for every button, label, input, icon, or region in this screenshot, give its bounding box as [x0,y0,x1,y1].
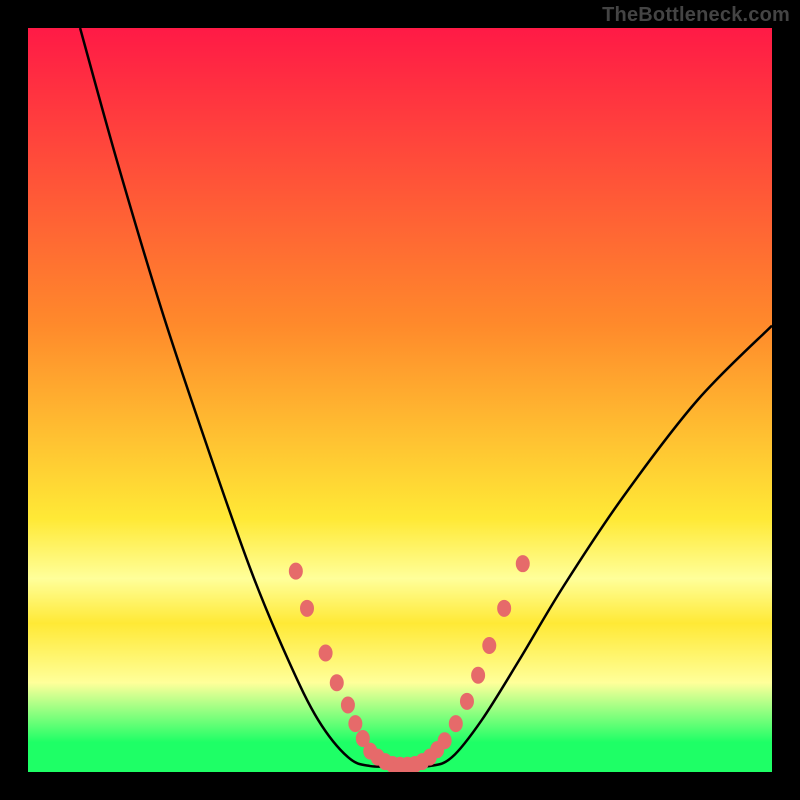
curve-marker [438,732,452,749]
curve-marker [348,715,362,732]
curve-marker [482,637,496,654]
curve-marker [330,674,344,691]
curve-marker [516,555,530,572]
curve-marker [460,693,474,710]
curve-marker [497,600,511,617]
curve-marker [471,667,485,684]
curve-marker [319,644,333,661]
curve-marker [289,563,303,580]
curve-marker [449,715,463,732]
plot-area [28,28,772,772]
watermark-text: TheBottleneck.com [602,4,790,27]
curve-marker [300,600,314,617]
bottleneck-plot [28,28,772,772]
curve-marker [341,697,355,714]
gradient-background [28,28,772,772]
chart-frame: TheBottleneck.com [0,0,800,800]
